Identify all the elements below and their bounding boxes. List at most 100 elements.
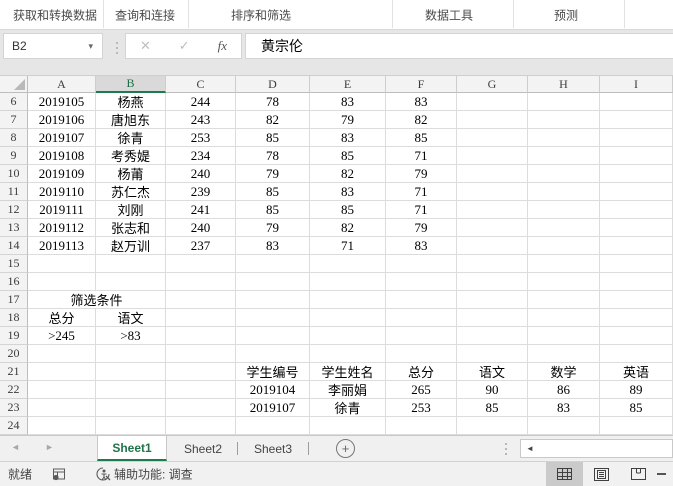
cell-C16[interactable] xyxy=(166,273,236,291)
cell-I20[interactable] xyxy=(600,345,673,363)
cell-I14[interactable] xyxy=(600,237,673,255)
cell-E15[interactable] xyxy=(310,255,386,273)
column-header-B[interactable]: B xyxy=(96,76,166,93)
cell-I24[interactable] xyxy=(600,417,673,435)
row-header-12[interactable]: 12 xyxy=(0,201,28,219)
cell-G14[interactable] xyxy=(457,237,528,255)
cell-E21[interactable]: 学生姓名 xyxy=(310,363,386,381)
cell-C21[interactable] xyxy=(166,363,236,381)
cell-F8[interactable]: 85 xyxy=(386,129,457,147)
row-header-23[interactable]: 23 xyxy=(0,399,28,417)
cell-D10[interactable]: 79 xyxy=(236,165,310,183)
cell-G19[interactable] xyxy=(457,327,528,345)
record-macro-icon[interactable] xyxy=(52,468,66,481)
cell-I10[interactable] xyxy=(600,165,673,183)
cell-G22[interactable]: 90 xyxy=(457,381,528,399)
cell-A13[interactable]: 2019112 xyxy=(28,219,96,237)
cell-G10[interactable] xyxy=(457,165,528,183)
cell-F17[interactable] xyxy=(386,291,457,309)
cell-B24[interactable] xyxy=(96,417,166,435)
cell-B13[interactable]: 张志和 xyxy=(96,219,166,237)
cell-G15[interactable] xyxy=(457,255,528,273)
cell-I9[interactable] xyxy=(600,147,673,165)
tab-sheet2[interactable]: Sheet2 xyxy=(168,436,238,461)
cell-C12[interactable]: 241 xyxy=(166,201,236,219)
cell-A12[interactable]: 2019111 xyxy=(28,201,96,219)
cell-F13[interactable]: 79 xyxy=(386,219,457,237)
cell-F21[interactable]: 总分 xyxy=(386,363,457,381)
column-header-H[interactable]: H xyxy=(528,76,600,93)
cell-C24[interactable] xyxy=(166,417,236,435)
cell-E7[interactable]: 79 xyxy=(310,111,386,129)
tab-nav-right-icon[interactable]: ► xyxy=(45,442,54,452)
cell-H12[interactable] xyxy=(528,201,600,219)
cell-G6[interactable] xyxy=(457,93,528,111)
tab-sheet3[interactable]: Sheet3 xyxy=(238,436,308,461)
cell-B12[interactable]: 刘刚 xyxy=(96,201,166,219)
cell-E10[interactable]: 82 xyxy=(310,165,386,183)
cell-A20[interactable] xyxy=(28,345,96,363)
cell-A11[interactable]: 2019110 xyxy=(28,183,96,201)
cell-E22[interactable]: 李丽娟 xyxy=(310,381,386,399)
cell-F12[interactable]: 71 xyxy=(386,201,457,219)
cell-I23[interactable]: 85 xyxy=(600,399,673,417)
cell-I11[interactable] xyxy=(600,183,673,201)
new-sheet-button[interactable]: + xyxy=(336,439,355,458)
cell-B16[interactable] xyxy=(96,273,166,291)
row-header-14[interactable]: 14 xyxy=(0,237,28,255)
cell-B9[interactable]: 考秀媞 xyxy=(96,147,166,165)
cell-I13[interactable] xyxy=(600,219,673,237)
cell-H23[interactable]: 83 xyxy=(528,399,600,417)
view-page-layout-button[interactable] xyxy=(583,462,620,486)
column-header-E[interactable]: E xyxy=(310,76,386,93)
cell-D17[interactable] xyxy=(236,291,310,309)
cell-F10[interactable]: 79 xyxy=(386,165,457,183)
scrollbar-grip[interactable] xyxy=(505,443,507,455)
row-header-19[interactable]: 19 xyxy=(0,327,28,345)
cell-B6[interactable]: 杨燕 xyxy=(96,93,166,111)
cell-B15[interactable] xyxy=(96,255,166,273)
cell-H20[interactable] xyxy=(528,345,600,363)
cell-I8[interactable] xyxy=(600,129,673,147)
insert-function-icon[interactable]: fx xyxy=(218,38,227,54)
cell-C19[interactable] xyxy=(166,327,236,345)
cell-A17[interactable]: 筛选条件 xyxy=(28,291,166,309)
cell-H6[interactable] xyxy=(528,93,600,111)
scroll-left-icon[interactable]: ◄ xyxy=(521,444,534,453)
cell-C18[interactable] xyxy=(166,309,236,327)
cell-D20[interactable] xyxy=(236,345,310,363)
row-header-22[interactable]: 22 xyxy=(0,381,28,399)
cell-D8[interactable]: 85 xyxy=(236,129,310,147)
row-header-13[interactable]: 13 xyxy=(0,219,28,237)
cell-G23[interactable]: 85 xyxy=(457,399,528,417)
cell-G18[interactable] xyxy=(457,309,528,327)
cell-I19[interactable] xyxy=(600,327,673,345)
cell-E9[interactable]: 85 xyxy=(310,147,386,165)
cell-H13[interactable] xyxy=(528,219,600,237)
cell-E23[interactable]: 徐青 xyxy=(310,399,386,417)
horizontal-scrollbar[interactable]: ◄ xyxy=(520,439,673,458)
cell-I6[interactable] xyxy=(600,93,673,111)
cell-A9[interactable]: 2019108 xyxy=(28,147,96,165)
cell-C11[interactable]: 239 xyxy=(166,183,236,201)
cell-F15[interactable] xyxy=(386,255,457,273)
cell-I17[interactable] xyxy=(600,291,673,309)
cell-I16[interactable] xyxy=(600,273,673,291)
cell-F24[interactable] xyxy=(386,417,457,435)
row-header-11[interactable]: 11 xyxy=(0,183,28,201)
cell-H17[interactable] xyxy=(528,291,600,309)
cell-A18[interactable]: 总分 xyxy=(28,309,96,327)
cell-D13[interactable]: 79 xyxy=(236,219,310,237)
cell-A14[interactable]: 2019113 xyxy=(28,237,96,255)
cell-G9[interactable] xyxy=(457,147,528,165)
row-header-24[interactable]: 24 xyxy=(0,417,28,435)
cell-F9[interactable]: 71 xyxy=(386,147,457,165)
cell-A8[interactable]: 2019107 xyxy=(28,129,96,147)
cell-B8[interactable]: 徐青 xyxy=(96,129,166,147)
cell-I22[interactable]: 89 xyxy=(600,381,673,399)
cell-C23[interactable] xyxy=(166,399,236,417)
cell-B10[interactable]: 杨莆 xyxy=(96,165,166,183)
cell-B21[interactable] xyxy=(96,363,166,381)
cell-H8[interactable] xyxy=(528,129,600,147)
cell-B22[interactable] xyxy=(96,381,166,399)
